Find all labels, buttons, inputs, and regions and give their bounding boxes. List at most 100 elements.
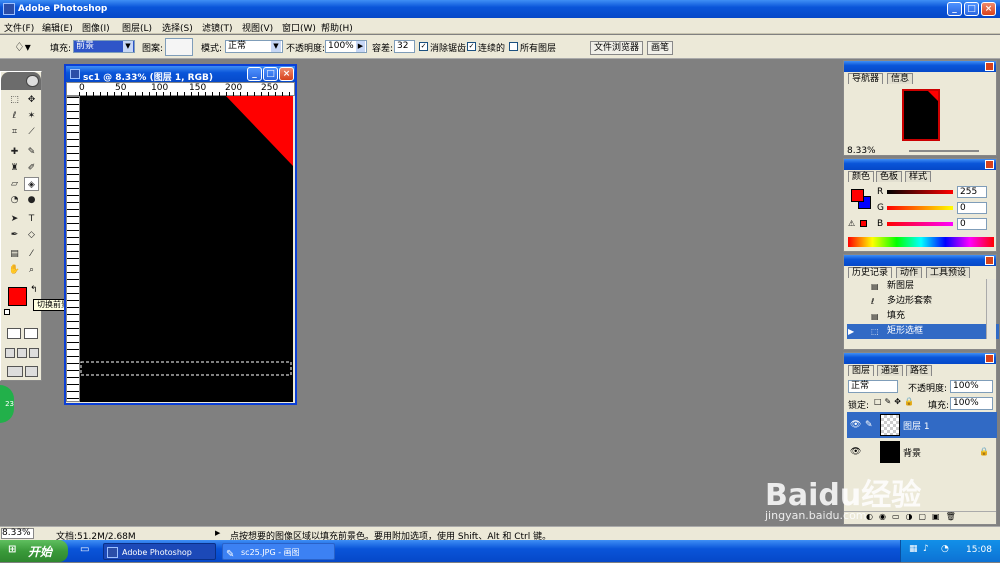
network-icon[interactable]: ▦ [909,544,918,554]
eraser-tool-icon[interactable]: ▱ [7,177,22,191]
tab-info[interactable]: 信息 [887,73,914,84]
lock-icons[interactable]: □✎✥🔒 [874,397,917,406]
pattern-picker[interactable] [165,38,193,56]
fill-select[interactable]: 前景 ▼ [73,40,135,53]
channel-r-value[interactable]: 255 [957,186,987,198]
panel-close-icon[interactable] [985,160,994,169]
panel-close-icon[interactable] [985,256,994,265]
imageready-arrow-icon[interactable] [25,366,38,377]
magic-wand-icon[interactable]: ✶ [24,109,39,123]
start-button[interactable]: ⊞ 开始 [0,540,68,562]
menu-filter[interactable]: 滤镜(T) [202,21,233,34]
layer-row-active[interactable]: 👁 ✎ 图层 1 [847,412,997,438]
color-fg-swatch[interactable] [851,189,864,202]
shape-tool-icon[interactable]: ◇ [24,228,39,242]
channel-g-value[interactable]: 0 [957,202,987,214]
menu-window[interactable]: 窗口(W) [282,21,316,34]
screen-mode-full-menu-icon[interactable] [17,348,27,358]
task-paint[interactable]: ✎ sc25.JPG - 画图 [222,543,335,560]
brush-link-icon[interactable]: ✎ [865,420,873,430]
all-layers-checkbox[interactable] [509,42,518,51]
default-colors-icon[interactable] [4,309,10,315]
file-browser-tab[interactable]: 文件浏览器 [590,41,644,55]
clock[interactable]: 15:08 [966,545,992,555]
quick-mask-icon[interactable] [24,328,38,339]
dodge-tool-icon[interactable]: ● [24,193,39,207]
marquee-tool-icon[interactable]: ⬚ [7,93,22,107]
navigator-zoom-slider[interactable] [909,150,979,152]
tab-layers[interactable]: 图层 [848,365,875,376]
standard-mode-icon[interactable] [7,328,21,339]
eyedropper-icon[interactable]: ⁄ [24,247,39,261]
move-tool-icon[interactable]: ✥ [24,93,39,107]
tab-styles[interactable]: 样式 [905,171,932,182]
tab-channels[interactable]: 通道 [877,365,904,376]
history-brush-icon[interactable]: ✐ [24,161,39,175]
brushes-tab[interactable]: 画笔 [647,41,674,55]
healing-brush-icon[interactable]: ✚ [7,145,22,159]
doc-maximize-button[interactable]: □ [263,67,278,81]
swap-colors-icon[interactable]: ↰ [30,285,38,295]
tab-navigator[interactable]: 导航器 [848,73,884,84]
path-select-icon[interactable]: ➤ [7,212,22,226]
task-photoshop[interactable]: Adobe Photoshop [103,543,216,560]
photoshop-eye-icon[interactable] [26,75,39,87]
tab-actions[interactable]: 动作 [896,267,923,278]
antialias-checkbox[interactable]: ✓ [419,42,428,51]
paint-bucket-tool-icon[interactable]: ♢▾ [14,40,31,54]
panel-close-icon[interactable] [985,62,994,71]
opacity-input[interactable]: 100% ▶ [325,40,367,53]
status-zoom[interactable]: 8.33% [1,528,34,539]
history-item-active[interactable]: ▶ ⬚ 矩形选框 [847,324,999,339]
eye-icon[interactable]: 👁 [850,447,861,457]
clone-stamp-icon[interactable]: ♜ [7,161,22,175]
type-tool-icon[interactable]: T [24,212,39,226]
history-item[interactable]: ℓ 多边形套索 [847,294,999,309]
doc-close-button[interactable]: × [279,67,294,81]
navigator-zoom[interactable]: 8.33% [847,146,876,156]
screen-mode-standard-icon[interactable] [5,348,15,358]
menu-edit[interactable]: 编辑(E) [42,21,73,34]
channel-g-slider[interactable] [887,206,953,210]
doc-minimize-button[interactable]: _ [247,67,262,81]
screen-mode-full-icon[interactable] [29,348,39,358]
blur-tool-icon[interactable]: ◔ [7,193,22,207]
channel-r-slider[interactable] [887,190,953,194]
close-button[interactable]: × [981,2,996,16]
notes-tool-icon[interactable]: ▤ [7,247,22,261]
foreground-color-swatch[interactable] [8,287,27,306]
navigator-thumbnail[interactable] [902,89,940,141]
color-spectrum-bar[interactable] [848,237,994,247]
menu-select[interactable]: 选择(S) [162,21,193,34]
history-item[interactable]: ▤ 填充 [847,309,999,324]
hand-tool-icon[interactable]: ✋ [7,263,22,277]
tab-history[interactable]: 历史记录 [848,267,893,278]
history-item[interactable]: ▤ 新图层 [847,279,999,294]
panel-close-icon[interactable] [985,354,994,363]
input-method-icon[interactable]: ◔ [941,544,949,554]
layer-fill-input[interactable]: 100% [950,397,993,410]
paint-bucket-icon[interactable]: ◈ [24,177,39,191]
menu-image[interactable]: 图像(I) [82,21,110,34]
crop-tool-icon[interactable]: ⌗ [7,125,22,139]
jump-to-imageready-icon[interactable] [7,366,23,377]
menu-view[interactable]: 视图(V) [242,21,273,34]
contiguous-checkbox[interactable]: ✓ [467,42,476,51]
show-desktop-icon[interactable]: ▭ [80,544,89,555]
menu-help[interactable]: 帮助(H) [321,21,353,34]
blend-mode-select[interactable]: 正常 [848,380,898,393]
zoom-tool-icon[interactable]: ⌕ [24,263,39,277]
layer-row[interactable]: 👁 背景 🔒 [847,439,997,465]
tab-paths[interactable]: 路径 [906,365,933,376]
channel-b-slider[interactable] [887,222,953,226]
gamut-swatch[interactable] [860,220,867,227]
tab-color[interactable]: 颜色 [848,171,875,182]
lasso-tool-icon[interactable]: ℓ [7,109,22,123]
menu-layer[interactable]: 图层(L) [122,21,152,34]
minimize-button[interactable]: _ [947,2,962,16]
slice-tool-icon[interactable]: ⟋ [24,125,39,139]
layer-opacity-input[interactable]: 100% [950,380,993,393]
history-scrollbar[interactable] [986,279,996,339]
tab-tool-presets[interactable]: 工具预设 [926,267,971,278]
volume-icon[interactable]: ♪ [923,544,929,554]
